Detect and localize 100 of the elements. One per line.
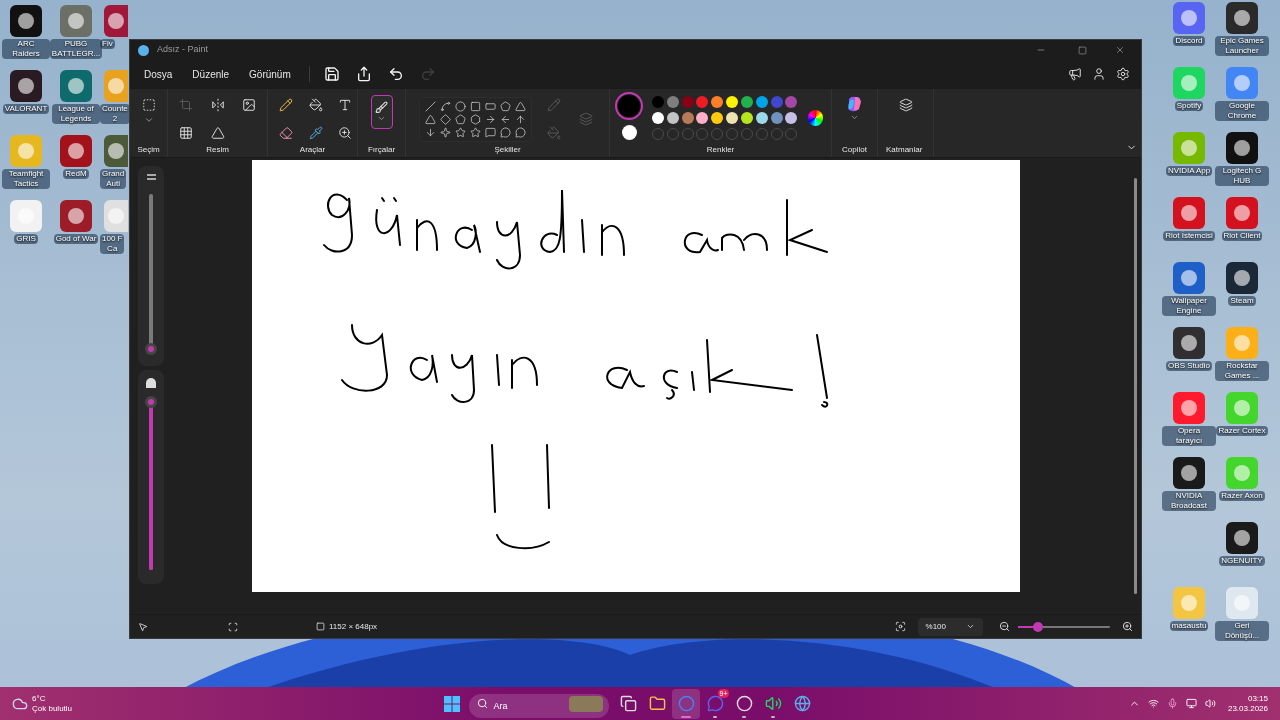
app-tile-icon[interactable] [104, 200, 128, 232]
color-swatch[interactable] [711, 111, 724, 124]
caret-icon[interactable] [143, 115, 154, 125]
rectangle-icon[interactable] [470, 100, 481, 112]
color-swatch[interactable] [681, 111, 694, 124]
hexagon-icon[interactable] [470, 113, 481, 125]
desktop-icon-label[interactable]: League of Legends [52, 104, 100, 124]
desktop-icon-label[interactable]: Razer Cortex [1216, 426, 1268, 436]
menu-item[interactable]: Dosya [138, 66, 179, 82]
app-tile-icon[interactable] [1173, 457, 1205, 489]
scrollbar-thumb[interactable] [1133, 178, 1137, 594]
maximize-icon[interactable] [1078, 45, 1087, 55]
color-wheel-icon[interactable] [808, 109, 823, 126]
app-tile-icon[interactable] [10, 5, 42, 37]
color-swatch[interactable] [726, 95, 739, 108]
clock-date[interactable]: 23.03.2026 [1227, 703, 1268, 714]
triangle-icon[interactable] [515, 100, 526, 112]
app-tile-icon[interactable] [1226, 327, 1258, 359]
color-swatch[interactable] [696, 95, 709, 108]
app-tile-icon[interactable] [104, 70, 128, 102]
desktop-icon-label[interactable]: Grand Auti [100, 169, 127, 189]
secondary-color-swatch[interactable] [621, 125, 637, 140]
clock-time[interactable]: 03:15 [1247, 693, 1268, 704]
color-swatch[interactable] [740, 95, 753, 108]
app-tile-icon[interactable] [1226, 522, 1258, 554]
fit-to-window-icon[interactable] [894, 621, 906, 632]
left-arrow-icon[interactable] [500, 113, 511, 125]
primary-color-swatch[interactable] [618, 95, 640, 117]
app-tile-icon[interactable] [1173, 197, 1205, 229]
app-tile-icon[interactable] [1173, 2, 1205, 34]
close-icon[interactable] [1115, 45, 1125, 55]
color-swatch[interactable] [696, 111, 709, 124]
color-swatch[interactable] [666, 95, 679, 108]
rounded-rectangle-icon[interactable] [485, 100, 496, 112]
desktop-icon-label[interactable]: ARC Raiders [2, 39, 50, 59]
color-swatch[interactable] [652, 95, 664, 108]
desktop-icon-label[interactable]: Logitech G HUB [1215, 166, 1269, 186]
weather-condition[interactable]: Çok bulutlu [32, 703, 73, 714]
network-icon[interactable] [1147, 698, 1159, 709]
zoom-slider[interactable] [1018, 621, 1110, 632]
shapes-gallery[interactable] [419, 96, 532, 142]
desktop-icon-label[interactable]: NVIDIA Broadcast [1162, 491, 1216, 511]
display-icon[interactable] [1185, 698, 1197, 709]
color-swatch[interactable] [785, 95, 798, 108]
color-swatch[interactable] [711, 95, 724, 108]
polygon-icon[interactable] [500, 100, 511, 112]
desktop-icon-label[interactable]: Google Chrome [1215, 101, 1269, 121]
oval-icon[interactable] [455, 100, 466, 112]
app-tile-icon[interactable] [1173, 67, 1205, 99]
app-tile-icon[interactable] [1226, 587, 1258, 619]
desktop-icon-label[interactable]: Wallpaper Engine [1162, 296, 1216, 316]
app-tile-icon[interactable] [1226, 197, 1258, 229]
diamond-icon[interactable] [440, 113, 451, 125]
round-speech-bubble-icon[interactable] [500, 126, 511, 138]
app-tile-icon[interactable] [1226, 392, 1258, 424]
color-swatch[interactable] [755, 95, 768, 108]
four-point-star-icon[interactable] [440, 126, 451, 138]
app-tile-icon[interactable] [104, 135, 128, 167]
speech-bubble-icon[interactable] [485, 126, 496, 138]
app-tile-icon[interactable] [10, 70, 42, 102]
app-tile-icon[interactable] [1226, 2, 1258, 34]
app-tile-icon[interactable] [1226, 132, 1258, 164]
desktop-icon-label[interactable]: Rockstar Games ... [1215, 361, 1269, 381]
color-swatch[interactable] [785, 111, 798, 124]
line-icon[interactable] [425, 100, 436, 112]
app-tile-icon[interactable] [1173, 262, 1205, 294]
desktop-icon-label[interactable]: Geri Dönüşü... [1215, 621, 1269, 641]
up-arrow-icon[interactable] [515, 113, 526, 125]
color-swatch[interactable] [770, 95, 783, 108]
color-swatch[interactable] [681, 95, 694, 108]
app-tile-icon[interactable] [1226, 67, 1258, 99]
microphone-icon[interactable] [1166, 698, 1178, 709]
right-arrow-icon[interactable] [485, 113, 496, 125]
app-tile-icon[interactable] [1173, 327, 1205, 359]
slider-thumb[interactable] [1032, 621, 1043, 632]
color-swatch[interactable] [740, 111, 753, 124]
color-swatch[interactable] [666, 111, 679, 124]
down-arrow-icon[interactable] [425, 126, 436, 138]
zoom-out-icon[interactable] [999, 621, 1010, 632]
copilot-logo-icon[interactable] [845, 95, 864, 113]
brush-button[interactable] [370, 95, 393, 129]
app-tile-icon[interactable] [1226, 457, 1258, 489]
menu-item[interactable]: Düzenle [186, 66, 236, 82]
desktop-icon-label[interactable]: Counte 2 [100, 104, 130, 124]
app-tile-icon[interactable] [60, 5, 92, 37]
desktop-icon-label[interactable]: Teamfight Tactics [2, 169, 50, 189]
app-tile-icon[interactable] [1173, 132, 1205, 164]
volume-icon[interactable] [1204, 698, 1216, 709]
pentagon-icon[interactable] [455, 113, 466, 125]
zoom-dropdown[interactable]: %100 [917, 617, 983, 636]
app-tile-icon[interactable] [1173, 587, 1205, 619]
color-swatch[interactable] [726, 111, 739, 124]
zoom-in-icon[interactable] [1122, 621, 1133, 632]
app-tile-icon[interactable] [10, 200, 42, 232]
weather-temperature[interactable]: 6°C [32, 693, 73, 704]
desktop-icon-label[interactable]: Opera tarayıcı [1162, 426, 1216, 446]
menu-item[interactable]: Görünüm [243, 66, 297, 82]
app-tile-icon[interactable] [1226, 262, 1258, 294]
app-tile-icon[interactable] [60, 135, 92, 167]
caret-icon[interactable] [850, 113, 859, 122]
